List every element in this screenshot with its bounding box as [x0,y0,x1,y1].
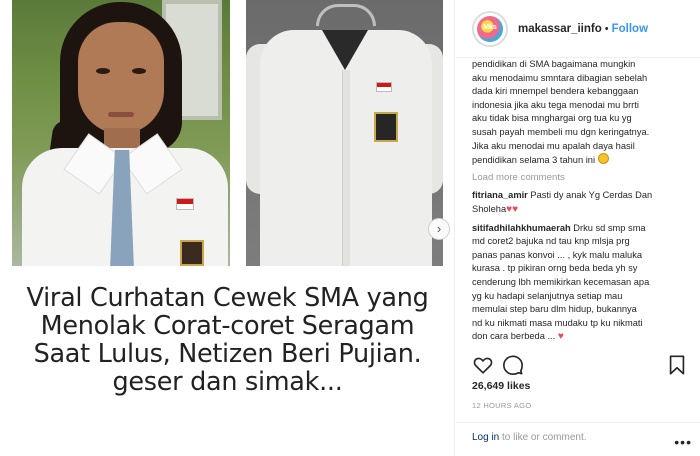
separator-dot: • [604,22,609,35]
caption-text-line: dada kiri mnempel bendera kebanggaan [472,86,639,97]
more-options-icon[interactable]: ••• [674,434,692,450]
comment-text: panas panas konvoi ... , kyk malu maluka [472,249,643,260]
heart-emoji-icon: ♥ [557,331,564,343]
author-username[interactable]: makassar_iinfo [518,23,602,35]
carousel-next-button[interactable]: › [428,218,450,240]
caption-text-line: susah payah membeli mu dgn keringatnya. [472,126,650,137]
comment-text: yg ku hadapi selanjutnya setiap mau [472,290,623,301]
student-portrait-photo [12,0,230,266]
comment-icon[interactable] [502,354,524,376]
school-badge [374,112,398,142]
comment-text: Pasti dy anak Yg Cerdas Dan [530,190,653,201]
caption-text-line: indonesia jika aku tega menodai mu brrti [472,99,639,110]
post-caption-text: pendidikan di SMA bagaimana mungkin aku … [472,58,698,168]
heart-emoji-icon: ♥♥ [506,203,518,215]
comments-list[interactable]: pendidikan di SMA bagaimana mungkin aku … [472,58,698,344]
caption-text-line: aku menodaimu smntara dibagian sebelah [472,72,648,83]
likes-count[interactable]: 26,649 likes [472,380,530,392]
caption-text-line: Jika aku menodai mu apalah daya hasil [472,140,635,151]
comment-username[interactable]: fitriana_amir [472,190,528,200]
follow-button[interactable]: Follow [612,23,648,35]
flag-patch [176,198,194,210]
post-timestamp: 12 HOURS AGO [472,401,532,410]
comment-text: md coret2 bajuka nd tau knp mlsja prg [472,236,630,247]
login-prompt-text: to like or comment. [499,432,587,443]
caption-text-line: pendidikan di SMA bagaimana mungkin [472,59,636,69]
login-prompt: Log in to like or comment. [456,422,700,452]
comment-text: nd ku nikmati masa mudaku tp ku nikmati [472,317,643,328]
comment-text: memulai step baru dlm hidup, bukannya [472,304,637,315]
avatar[interactable]: Mks [472,10,508,47]
caption-line: Viral Curhatan Cewek SMA yang [26,283,429,313]
smile-emoji-icon [597,153,609,165]
action-bar [472,352,688,378]
comment-text: Drku sd smp sma [573,222,646,233]
comment-text: kurasa . tp pikiran orng beda beda yh sy [472,263,638,274]
caption-text-line: pendidikan selama 3 tahun ini [472,153,698,168]
load-more-comments-button[interactable]: Load more comments [472,171,698,185]
post-media[interactable]: › Viral Curhatan Cewek SMA yang Menolak … [0,0,455,456]
comment-text: don cara berbeda ... [472,331,556,342]
login-link[interactable]: Log in [472,432,499,443]
caption-line: Saat Lulus, Netizen Beri Pujian. [33,339,422,369]
comment-item: sitifadhilahkhumaerah Drku sd smp sma md… [472,222,698,344]
bookmark-icon[interactable] [666,354,688,376]
school-badge [180,240,204,266]
post-side-panel: Mks makassar_iinfo • Follow pendidikan d… [456,0,700,456]
image-caption: Viral Curhatan Cewek SMA yang Menolak Co… [0,284,455,396]
caption-line: Menolak Corat-coret Seragam [40,311,415,341]
white-uniform-shirt-photo [246,0,443,266]
caption-text-line: aku tidak bisa mnghargai org tua ku yg [472,113,632,124]
post-header: Mks makassar_iinfo • Follow [456,0,700,58]
comment-text: Sholeha [472,203,507,214]
comment-item: fitriana_amir Pasti dy anak Yg Cerdas Da… [472,189,698,216]
comment-text: cenderung lbh memikirkan kecemasan apa [472,276,650,287]
caption-line: geser dan simak... [112,367,343,397]
flag-patch [376,82,392,92]
comment-username[interactable]: sitifadhilahkhumaerah [472,223,571,233]
heart-outline-icon[interactable] [472,354,494,376]
